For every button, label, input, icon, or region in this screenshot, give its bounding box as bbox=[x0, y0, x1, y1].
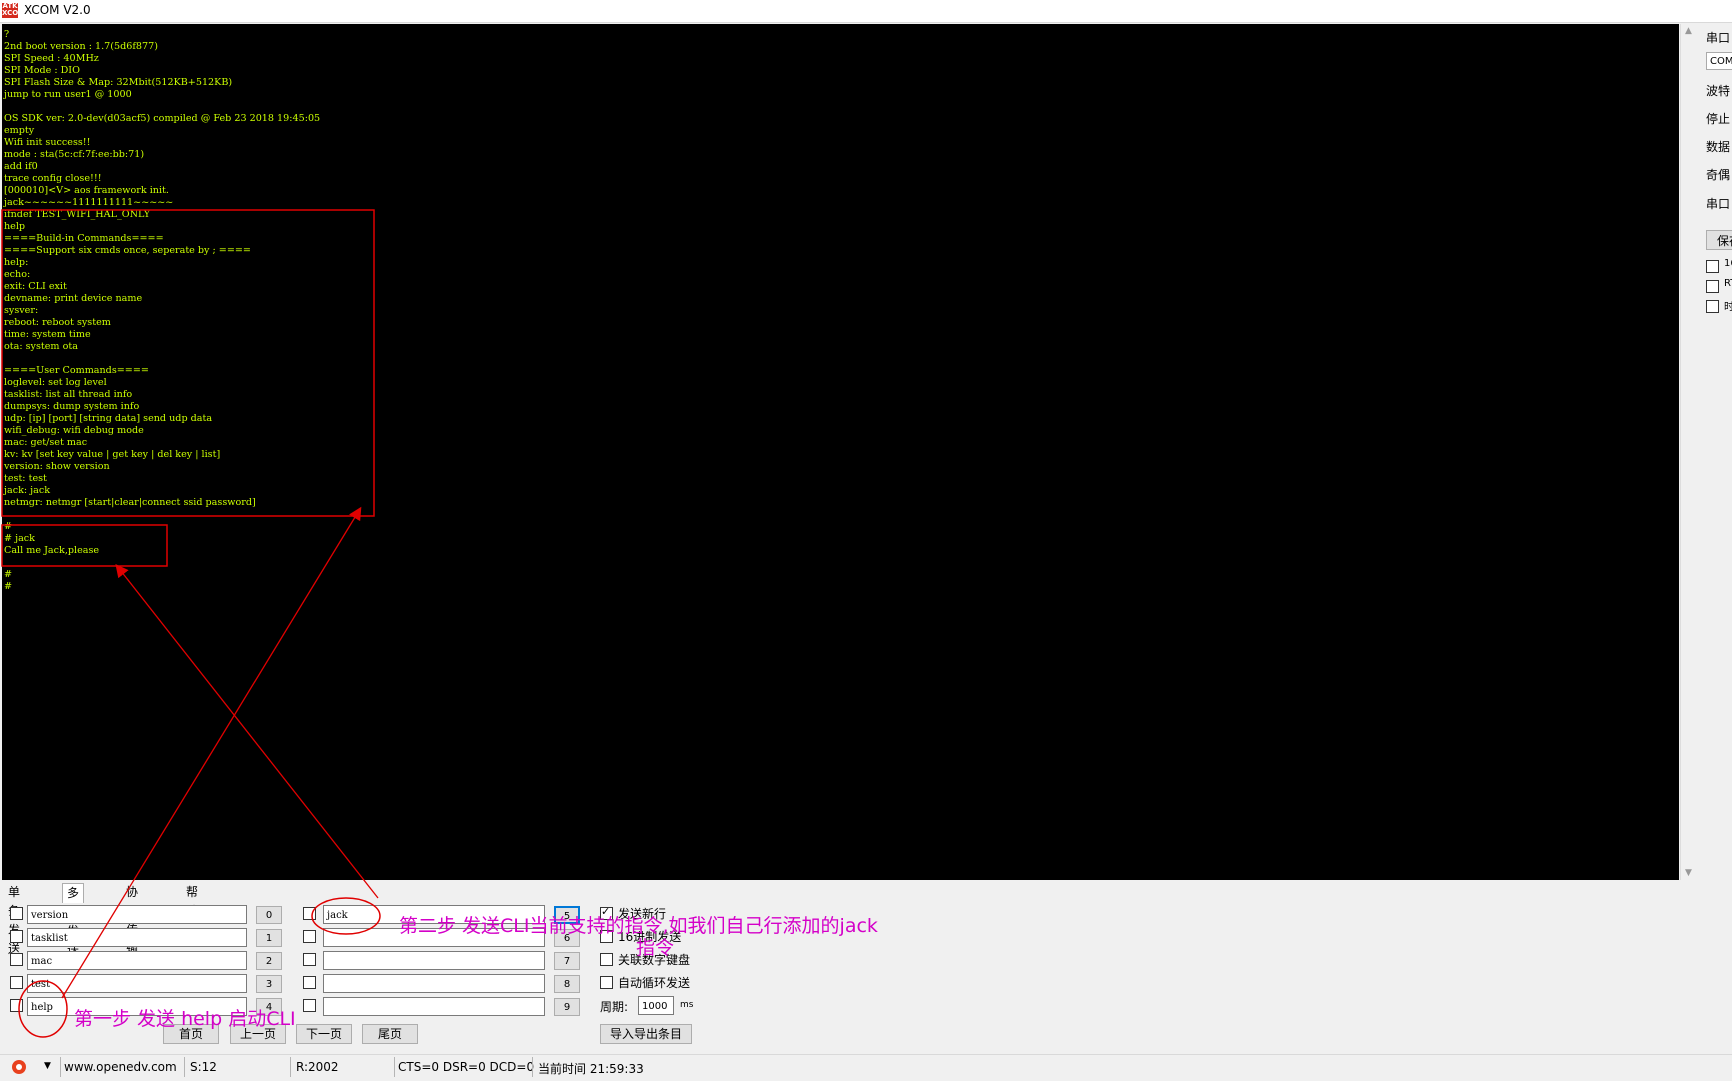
chevron-down-icon[interactable]: ▼ bbox=[44, 1061, 51, 1071]
window-title: XCOM V2.0 bbox=[24, 3, 91, 17]
port-select[interactable]: COM3 bbox=[1706, 52, 1732, 70]
cmd-checkbox[interactable] bbox=[303, 976, 316, 989]
cmd-checkbox[interactable] bbox=[303, 953, 316, 966]
port-op-label: 串口 bbox=[1706, 197, 1731, 211]
cmd-checkbox[interactable] bbox=[10, 953, 23, 966]
app-logo-icon: ATK XCOM bbox=[2, 2, 26, 18]
settings-gear-icon[interactable] bbox=[12, 1060, 26, 1074]
current-time: 当前时间 21:59:33 bbox=[538, 1062, 644, 1076]
next-page-button[interactable]: 下一页 bbox=[296, 1024, 352, 1044]
title-bar: ATK XCOM XCOM V2.0 bbox=[0, 0, 1732, 23]
scroll-down-icon[interactable]: ▼ bbox=[1685, 868, 1692, 878]
step1-annotation: 第一步 发送 help 启动CLI bbox=[74, 1008, 296, 1030]
line-signals: CTS=0 DSR=0 DCD=0 bbox=[398, 1060, 535, 1074]
period-unit: ms bbox=[680, 1000, 694, 1010]
settings-panel: 串口 COM3 波特 停止 数据 奇偶 串口 保存 16 RT 时 bbox=[1700, 24, 1732, 1040]
send-button[interactable]: 1 bbox=[256, 929, 282, 947]
terminal-output: ? 2nd boot version : 1.7(5d6f877) SPI Sp… bbox=[4, 29, 321, 592]
cmd-checkbox[interactable] bbox=[10, 976, 23, 989]
last-page-button[interactable]: 尾页 bbox=[362, 1024, 418, 1044]
status-divider bbox=[184, 1057, 185, 1077]
rts-label: RT bbox=[1724, 278, 1732, 289]
cmd-input[interactable]: mac bbox=[27, 951, 247, 970]
status-bar: ▼ www.openedv.com S:12 R:2002 CTS=0 DSR=… bbox=[0, 1054, 1732, 1081]
tab-multi-send[interactable]: 多条发送 bbox=[62, 883, 85, 957]
website-link[interactable]: www.openedv.com bbox=[64, 1060, 177, 1074]
baud-label: 波特 bbox=[1706, 84, 1731, 98]
hex-display-checkbox[interactable] bbox=[1706, 260, 1719, 273]
cmd-checkbox[interactable] bbox=[10, 907, 23, 920]
cmd-checkbox[interactable] bbox=[303, 907, 316, 920]
send-button[interactable]: 0 bbox=[256, 906, 282, 924]
period-label: 周期: bbox=[600, 1000, 629, 1014]
scroll-up-icon[interactable]: ▲ bbox=[1685, 26, 1692, 36]
tab-help[interactable]: 帮助 bbox=[182, 883, 202, 918]
send-button[interactable]: 2 bbox=[256, 952, 282, 970]
receive-area[interactable]: ? 2nd boot version : 1.7(5d6f877) SPI Sp… bbox=[2, 24, 1679, 880]
timestamp-label: 时 bbox=[1724, 302, 1732, 313]
import-export-button[interactable]: 导入导出条目 bbox=[600, 1024, 692, 1044]
status-divider bbox=[532, 1057, 533, 1077]
save-window-button[interactable]: 保存 bbox=[1706, 230, 1732, 250]
sent-count: S:12 bbox=[190, 1060, 217, 1074]
cmd-checkbox[interactable] bbox=[303, 999, 316, 1012]
port-label: 串口 bbox=[1706, 31, 1731, 45]
cmd-input[interactable]: test bbox=[27, 974, 247, 993]
cmd-input[interactable]: tasklist bbox=[27, 928, 247, 947]
timestamp-checkbox[interactable] bbox=[1706, 300, 1719, 313]
cmd-checkbox[interactable] bbox=[10, 930, 23, 943]
rts-checkbox[interactable] bbox=[1706, 280, 1719, 293]
status-divider bbox=[290, 1057, 291, 1077]
cmd-input[interactable]: version bbox=[27, 905, 247, 924]
cmd-checkbox[interactable] bbox=[303, 930, 316, 943]
cmd-input[interactable] bbox=[323, 997, 545, 1016]
parity-label: 奇偶 bbox=[1706, 168, 1731, 182]
cmd-checkbox[interactable] bbox=[10, 999, 23, 1012]
receive-scrollbar[interactable]: ▲ ▼ bbox=[1680, 24, 1697, 880]
tab-single-send[interactable]: 单条发送 bbox=[4, 883, 24, 956]
status-divider bbox=[394, 1057, 395, 1077]
auto-loop-checkbox[interactable] bbox=[600, 976, 613, 989]
received-count: R:2002 bbox=[296, 1060, 339, 1074]
stopbits-label: 停止 bbox=[1706, 112, 1731, 126]
cmd-input[interactable] bbox=[323, 951, 545, 970]
tab-protocol[interactable]: 协议传输 bbox=[122, 883, 142, 956]
send-button[interactable]: 8 bbox=[554, 975, 580, 993]
step2-annotation-cont: 指令 bbox=[636, 937, 675, 959]
link-keyboard-checkbox[interactable] bbox=[600, 953, 613, 966]
send-button[interactable]: 7 bbox=[554, 952, 580, 970]
send-button[interactable]: 9 bbox=[554, 998, 580, 1016]
period-input[interactable]: 1000 bbox=[638, 996, 674, 1015]
status-divider bbox=[60, 1057, 61, 1077]
auto-loop-label: 自动循环发送 bbox=[618, 976, 691, 990]
send-button[interactable]: 3 bbox=[256, 975, 282, 993]
cmd-input[interactable] bbox=[323, 974, 545, 993]
databits-label: 数据 bbox=[1706, 140, 1731, 154]
hex-display-label: 16 bbox=[1724, 258, 1732, 269]
